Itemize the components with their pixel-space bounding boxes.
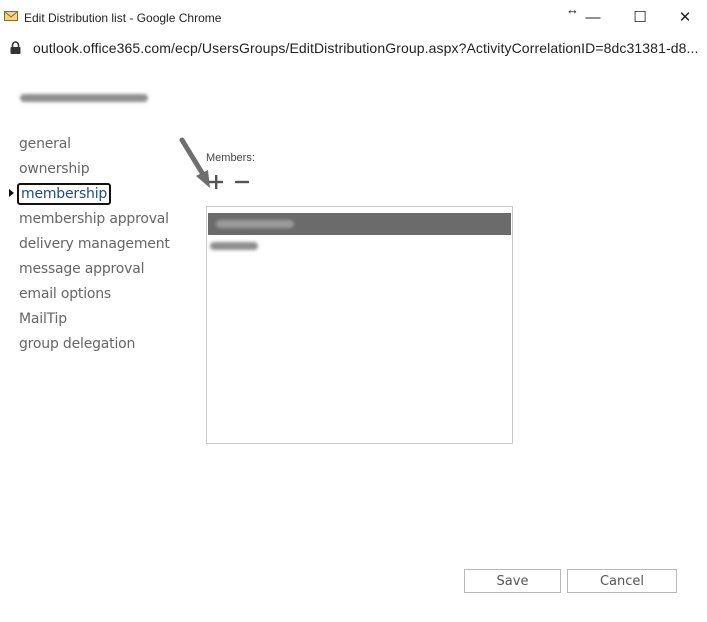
nav-item-delivery-management[interactable]: delivery management bbox=[19, 236, 170, 252]
nav-item-mailtip[interactable]: MailTip bbox=[19, 311, 67, 327]
nav-item-group-delegation[interactable]: group delegation bbox=[19, 336, 135, 352]
member-name-redacted bbox=[216, 220, 294, 228]
close-button[interactable]: ✕ bbox=[665, 4, 705, 30]
cancel-button[interactable]: Cancel bbox=[567, 569, 677, 593]
url-text: outlook.office365.com/ecp/UsersGroups/Ed… bbox=[33, 40, 699, 56]
nav-item-message-approval[interactable]: message approval bbox=[19, 261, 144, 277]
active-caret-icon bbox=[9, 189, 14, 197]
nav-item-general[interactable]: general bbox=[19, 136, 71, 152]
save-button[interactable]: Save bbox=[464, 569, 561, 593]
add-member-button[interactable] bbox=[206, 172, 226, 192]
nav-item-ownership[interactable]: ownership bbox=[19, 161, 90, 177]
address-bar[interactable]: outlook.office365.com/ecp/UsersGroups/Ed… bbox=[0, 34, 707, 62]
minus-icon bbox=[235, 180, 249, 184]
window-title: Edit Distribution list - Google Chrome bbox=[24, 11, 222, 25]
nav-item-email-options[interactable]: email options bbox=[19, 286, 111, 302]
member-name-redacted bbox=[210, 242, 258, 250]
envelope-icon bbox=[4, 11, 18, 21]
maximize-button[interactable]: ☐ bbox=[620, 4, 660, 30]
nav-item-membership[interactable]: membership bbox=[17, 183, 112, 205]
lock-icon bbox=[10, 41, 21, 54]
members-list[interactable] bbox=[206, 206, 513, 444]
list-item-selected[interactable] bbox=[208, 213, 511, 235]
remove-member-button[interactable] bbox=[232, 172, 252, 192]
plus-icon bbox=[209, 175, 223, 189]
members-label: Members: bbox=[206, 152, 255, 164]
nav-item-membership-approval[interactable]: membership approval bbox=[19, 211, 169, 227]
window-titlebar: Edit Distribution list - Google Chrome ↔… bbox=[0, 0, 707, 34]
group-name-redacted bbox=[20, 90, 150, 106]
list-item[interactable] bbox=[208, 236, 511, 258]
minimize-button[interactable]: — bbox=[573, 4, 613, 30]
